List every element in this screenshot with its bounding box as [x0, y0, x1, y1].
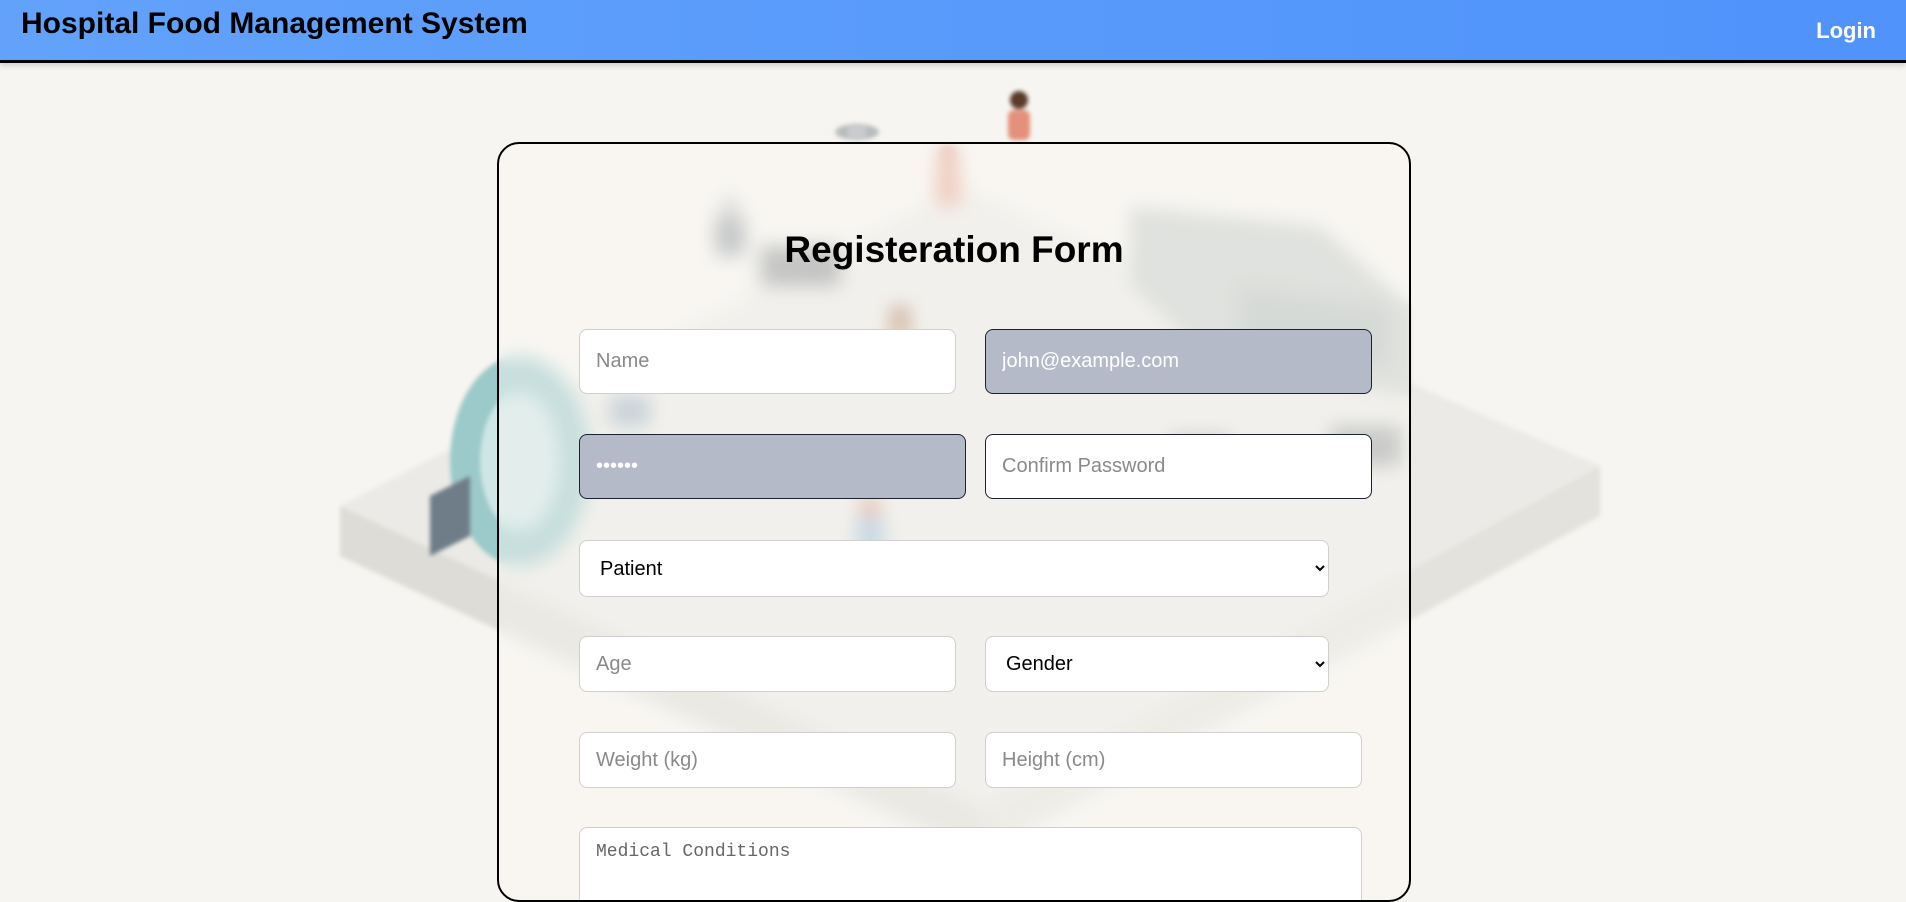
- age-input[interactable]: [579, 636, 956, 692]
- login-link[interactable]: Login: [1816, 18, 1876, 44]
- name-input[interactable]: [579, 329, 956, 394]
- role-select[interactable]: Patient: [579, 540, 1329, 597]
- height-input[interactable]: [985, 732, 1362, 788]
- password-input[interactable]: [579, 434, 966, 499]
- medical-conditions-textarea[interactable]: [579, 827, 1362, 900]
- form-title: Registeration Form: [784, 229, 1124, 270]
- weight-input[interactable]: [579, 732, 956, 788]
- confirm-password-input[interactable]: [985, 434, 1372, 499]
- gender-select[interactable]: Gender: [985, 636, 1329, 692]
- registration-card: Registeration Form Patient Gender: [497, 142, 1411, 902]
- app-title: Hospital Food Management System: [21, 7, 528, 40]
- top-navbar: Hospital Food Management System Login: [0, 0, 1906, 63]
- email-input[interactable]: [985, 329, 1372, 394]
